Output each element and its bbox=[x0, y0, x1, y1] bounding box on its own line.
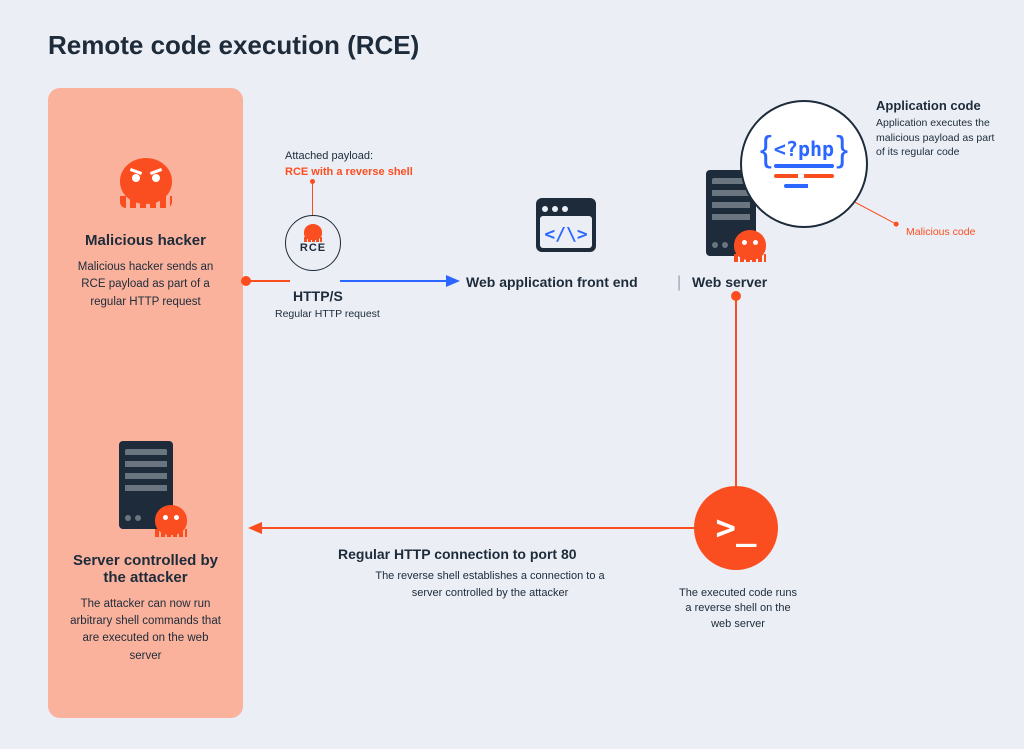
appcode-title: Application code bbox=[876, 98, 981, 113]
attacker-panel: Malicious hacker Malicious hacker sends … bbox=[48, 88, 243, 718]
php-tag: <?php bbox=[774, 137, 834, 161]
malicious-code-label: Malicious code bbox=[906, 226, 975, 238]
payload-sublabel: RCE with a reverse shell bbox=[285, 166, 413, 178]
webserver-label: Web server bbox=[692, 274, 767, 290]
attacker-server-title: Server controlled by the attacker bbox=[64, 552, 227, 586]
port80-title: Regular HTTP connection to port 80 bbox=[338, 546, 577, 562]
server-icon bbox=[119, 441, 173, 529]
hacker-title: Malicious hacker bbox=[64, 232, 227, 249]
payload-connector bbox=[312, 182, 313, 216]
ghost-mini-icon bbox=[734, 230, 766, 260]
payload-label: Attached payload: bbox=[285, 150, 373, 162]
attacker-server-block: Server controlled by the attacker The at… bbox=[48, 441, 243, 665]
appcode-text: Application executes the malicious paylo… bbox=[876, 116, 1006, 160]
ghost-mini-icon bbox=[155, 505, 187, 535]
malicious-code-line bbox=[774, 174, 834, 178]
http-label: HTTP/S bbox=[293, 288, 343, 304]
attacker-server-text: The attacker can now run arbitrary shell… bbox=[66, 596, 225, 665]
shell-prompt-glyph: >_ bbox=[716, 508, 757, 548]
http-sublabel: Regular HTTP request bbox=[275, 308, 380, 320]
port80-text: The reverse shell establishes a connecti… bbox=[370, 568, 610, 601]
shell-text: The executed code runs a reverse shell o… bbox=[678, 586, 798, 632]
rce-badge-label: RCE bbox=[286, 242, 340, 254]
diagram-title: Remote code execution (RCE) bbox=[48, 30, 419, 61]
rce-badge: RCE bbox=[285, 215, 341, 271]
hacker-text: Malicious hacker sends an RCE payload as… bbox=[66, 259, 225, 311]
browser-code-glyph: </\> bbox=[536, 224, 596, 245]
mini-ghost-icon bbox=[304, 224, 322, 240]
webapp-frontend-label: Web application front end bbox=[466, 274, 638, 290]
application-code-bubble: { <?php } bbox=[740, 100, 868, 228]
separator-pipe: | bbox=[677, 274, 681, 292]
reverse-shell-icon: >_ bbox=[694, 486, 778, 570]
hacker-icon bbox=[120, 158, 172, 208]
browser-icon: </\> bbox=[536, 198, 596, 252]
